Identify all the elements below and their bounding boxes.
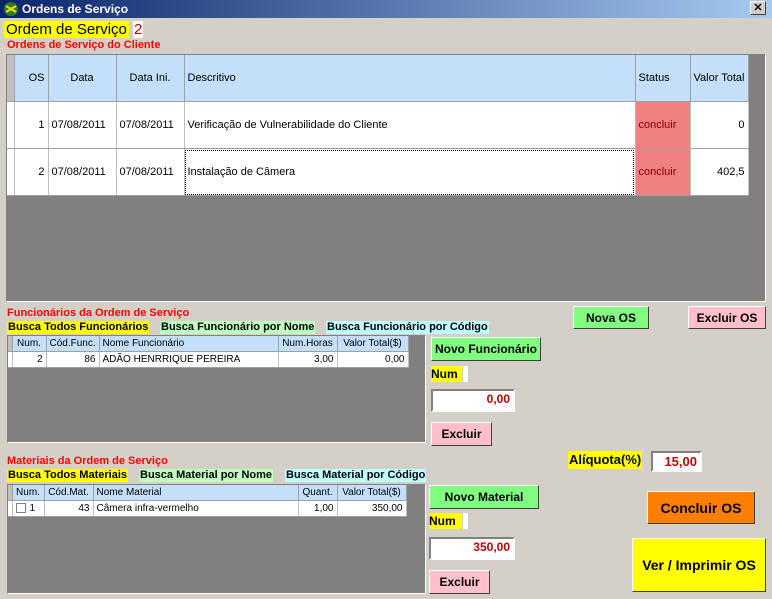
order-number: 2: [133, 21, 144, 38]
total-funcionarios-field[interactable]: 0,00: [431, 389, 515, 412]
total-materiais-field[interactable]: 350,00: [429, 537, 515, 560]
materiais-table-header: Num. Cód.Mat. Nome Material Quant. Valor…: [8, 485, 407, 501]
concluir-os-button[interactable]: Concluir OS: [647, 491, 755, 524]
tab-busca-funcionario-nome[interactable]: Busca Funcionário por Nome: [160, 321, 316, 334]
column-header[interactable]: Valor Total($): [337, 336, 409, 352]
cell-cod[interactable]: 86: [46, 351, 100, 368]
section-title-funcionarios: Funcionários da Ordem de Serviço: [7, 307, 190, 319]
column-header[interactable]: Valor Total: [690, 55, 749, 102]
os-table: OS Data Data Ini. Descritivo Status Valo…: [7, 55, 749, 196]
cell-num[interactable]: 2: [12, 351, 47, 368]
tab-busca-todos-materiais[interactable]: Busca Todos Materiais: [7, 469, 128, 482]
num-label-funcionarios: Num: [431, 366, 462, 382]
column-header[interactable]: Status: [635, 55, 691, 102]
column-header[interactable]: Nome Material: [93, 485, 299, 501]
cell-data[interactable]: 07/08/2011: [48, 148, 117, 196]
cell-os[interactable]: 1: [14, 101, 49, 149]
novo-funcionario-button[interactable]: Novo Funcionário: [431, 337, 541, 361]
cell-valor[interactable]: 350,00: [337, 500, 407, 517]
cell-valor[interactable]: 0,00: [337, 351, 409, 368]
cell-descritivo[interactable]: Verificação de Vulnerabilidade do Client…: [184, 101, 636, 149]
cell-nome[interactable]: ADÃO HENRRIQUE PEREIRA: [99, 351, 279, 368]
cell-quant[interactable]: 1,00: [298, 500, 338, 517]
window-title: Ordens de Serviço: [22, 2, 129, 16]
num-input-materiais[interactable]: [463, 513, 468, 529]
tab-busca-todos-funcionarios[interactable]: Busca Todos Funcionários: [7, 321, 150, 334]
row-selector[interactable]: [7, 101, 15, 149]
table-row[interactable]: 2 07/08/2011 07/08/2011 Instalação de Câ…: [7, 148, 749, 196]
funcionarios-table-header: Num. Cód.Func. Nome Funcionário Num.Hora…: [8, 336, 409, 352]
tab-busca-funcionario-codigo[interactable]: Busca Funcionário por Código: [326, 321, 489, 334]
column-header[interactable]: Data Ini.: [116, 55, 185, 102]
column-header[interactable]: Cód.Func.: [46, 336, 100, 352]
excluir-funcionario-button[interactable]: Excluir: [431, 422, 492, 446]
column-header[interactable]: Valor Total($): [337, 485, 407, 501]
column-header[interactable]: Cód.Mat.: [44, 485, 94, 501]
cell-num-value: 1: [29, 503, 36, 514]
cell-data[interactable]: 07/08/2011: [48, 101, 117, 149]
materiais-table: Num. Cód.Mat. Nome Material Quant. Valor…: [8, 485, 407, 517]
column-header[interactable]: Descritivo: [184, 55, 636, 102]
excluir-material-button[interactable]: Excluir: [429, 570, 490, 594]
cell-cod[interactable]: 43: [44, 500, 94, 517]
column-header[interactable]: Nome Funcionário: [99, 336, 279, 352]
cell-status[interactable]: concluir: [635, 148, 691, 196]
order-label: Ordem de Serviço: [4, 21, 129, 38]
cell-nome[interactable]: Câmera infra-vermelho: [93, 500, 299, 517]
table-row[interactable]: 2 86 ADÃO HENRRIQUE PEREIRA 3,00 0,00: [8, 351, 409, 368]
nova-os-button[interactable]: Nova OS: [573, 306, 649, 329]
cell-horas[interactable]: 3,00: [278, 351, 338, 368]
cell-status[interactable]: concluir: [635, 101, 691, 149]
column-header[interactable]: Num.: [12, 485, 45, 501]
cell-data-ini[interactable]: 07/08/2011: [116, 101, 185, 149]
aliquota-label: Alíquota(%): [568, 451, 643, 469]
row-selector[interactable]: [7, 148, 15, 196]
row-checkbox[interactable]: [15, 503, 26, 514]
imprimir-os-button[interactable]: Ver / Imprimir OS: [632, 538, 766, 592]
cell-os[interactable]: 2: [14, 148, 49, 196]
column-header[interactable]: Data: [48, 55, 117, 102]
excluir-os-button[interactable]: Excluir OS: [688, 306, 766, 329]
novo-material-button[interactable]: Novo Material: [429, 485, 539, 509]
section-title-os: Ordens de Serviço do Cliente: [7, 39, 161, 51]
funcionarios-grid: Num. Cód.Func. Nome Funcionário Num.Hora…: [7, 335, 426, 443]
os-grid: OS Data Data Ini. Descritivo Status Valo…: [6, 54, 766, 302]
cell-num[interactable]: 1: [12, 500, 45, 517]
tab-busca-material-nome[interactable]: Busca Material por Nome: [139, 469, 274, 482]
row-selector-header: [7, 55, 15, 102]
column-header[interactable]: OS: [14, 55, 49, 102]
num-input-funcionarios[interactable]: [463, 366, 468, 382]
funcionarios-table: Num. Cód.Func. Nome Funcionário Num.Hora…: [8, 336, 409, 368]
cell-data-ini[interactable]: 07/08/2011: [116, 148, 185, 196]
cell-valor[interactable]: 402,5: [690, 148, 749, 196]
table-row[interactable]: 1 07/08/2011 07/08/2011 Verificação de V…: [7, 101, 749, 149]
column-header[interactable]: Num.Horas: [278, 336, 338, 352]
table-row[interactable]: 1 43 Câmera infra-vermelho 1,00 350,00: [8, 500, 407, 517]
close-button[interactable]: ✕: [750, 1, 766, 15]
cell-descritivo[interactable]: Instalação de Câmera: [184, 148, 636, 196]
column-header[interactable]: Num.: [12, 336, 47, 352]
aliquota-field[interactable]: 15,00: [651, 451, 702, 472]
tab-busca-material-codigo[interactable]: Busca Material por Código: [285, 469, 427, 482]
materiais-grid: Num. Cód.Mat. Nome Material Quant. Valor…: [7, 484, 426, 594]
num-label-materiais: Num: [429, 513, 462, 529]
app-icon: [4, 2, 18, 16]
section-title-materiais: Materiais da Ordem de Serviço: [7, 455, 168, 467]
os-table-header: OS Data Data Ini. Descritivo Status Valo…: [7, 55, 749, 102]
column-header[interactable]: Quant.: [298, 485, 338, 501]
cell-valor[interactable]: 0: [690, 101, 749, 149]
